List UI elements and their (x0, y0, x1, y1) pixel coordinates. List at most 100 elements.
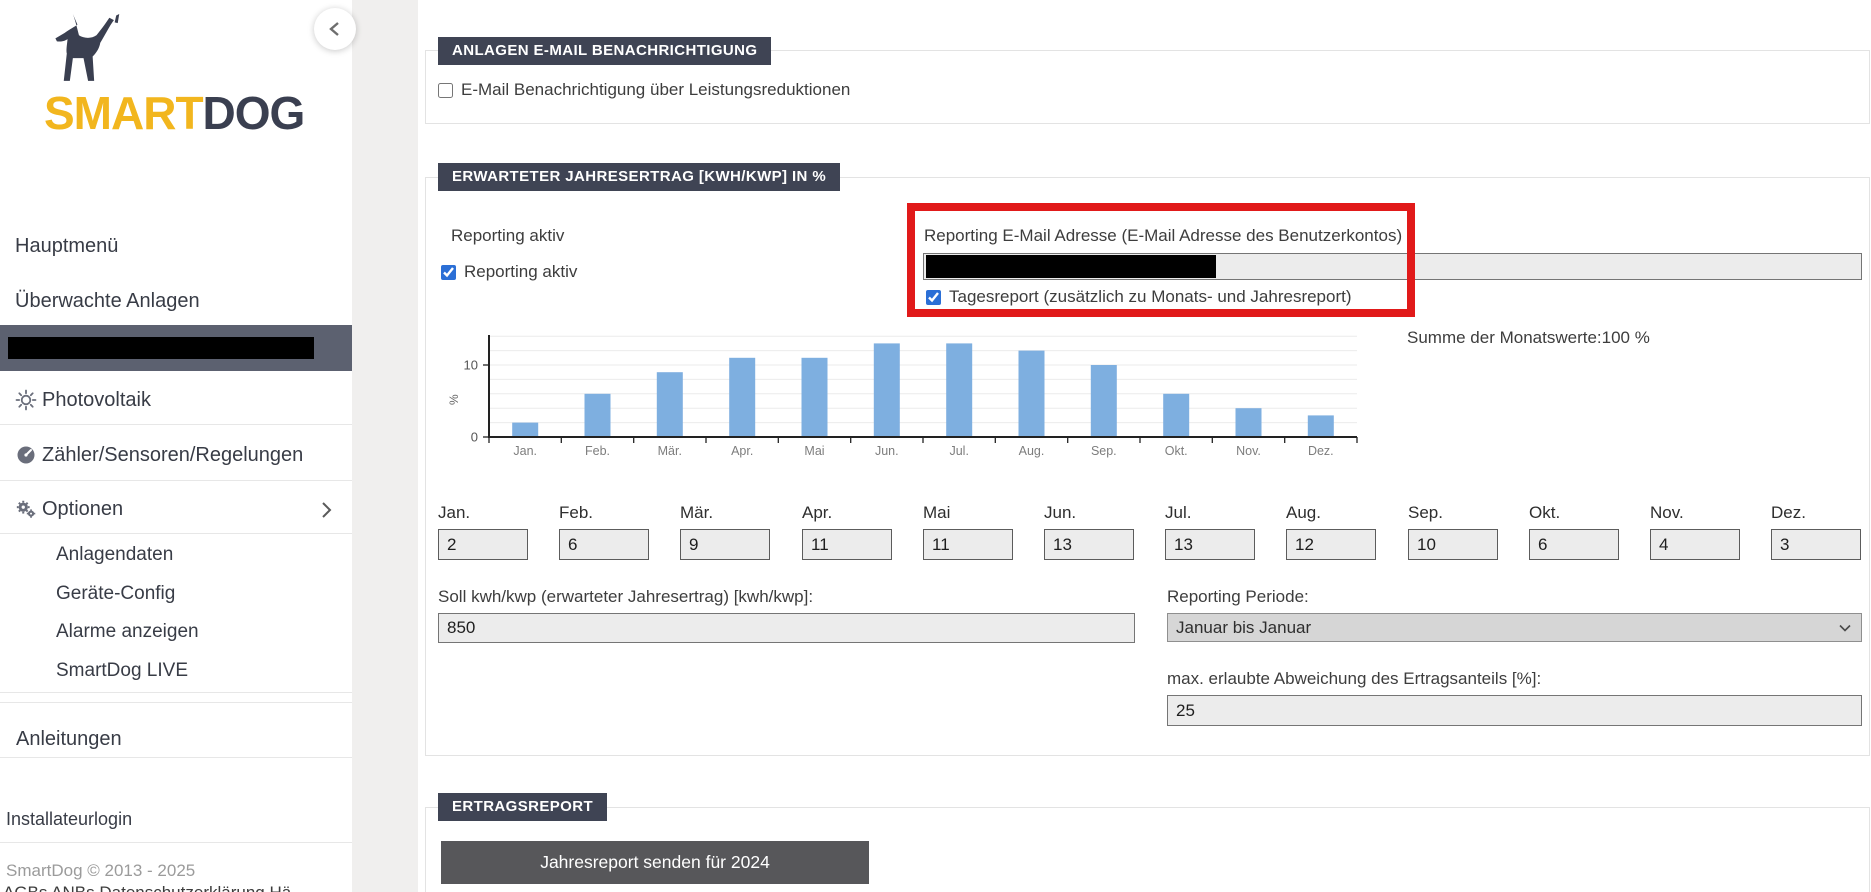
sidebar-subitem[interactable]: SmartDog LIVE (56, 660, 188, 682)
soll-kwh-input[interactable] (438, 613, 1135, 643)
sidebar: SMARTDOG Hauptmenü Überwachte Anlagen Ph… (0, 0, 352, 892)
svg-text:Jun.: Jun. (875, 444, 899, 458)
monthly-sum-text: Summe der Monatswerte:100 % (1407, 328, 1650, 348)
tagesreport-checkbox-row[interactable]: Tagesreport (zusätzlich zu Monats- und J… (926, 287, 1352, 307)
svg-text:Jan.: Jan. (513, 444, 537, 458)
month-label: Jul. (1165, 503, 1265, 523)
sidebar-subitem[interactable]: Alarme anzeigen (56, 621, 199, 643)
sidebar-item-photovoltaik[interactable]: Photovoltaik (0, 388, 352, 412)
month-value-input[interactable] (559, 529, 649, 560)
month-value-input[interactable] (1529, 529, 1619, 560)
svg-text:Jul.: Jul. (949, 444, 968, 458)
gears-icon (15, 498, 37, 520)
month-value-input[interactable] (1771, 529, 1861, 560)
sidebar-divider (0, 480, 352, 481)
sidebar-item-selected-plant[interactable] (0, 325, 352, 371)
sidebar-collapse-button[interactable] (314, 8, 356, 50)
email-section-title: ANLAGEN E-MAIL BENACHRICHTIGUNG (438, 37, 771, 65)
sidebar-divider (0, 757, 352, 758)
leistungsreduktion-checkbox[interactable] (438, 83, 453, 98)
tagesreport-label: Tagesreport (zusätzlich zu Monats- und J… (949, 287, 1352, 307)
month-col: Feb. (559, 503, 659, 523)
month-label: Jan. (438, 503, 538, 523)
month-col: Jun. (1044, 503, 1144, 523)
gauge-icon (15, 444, 37, 466)
email-redaction (926, 255, 1216, 278)
month-label: Okt. (1529, 503, 1629, 523)
tagesreport-checkbox[interactable] (926, 290, 941, 305)
month-label: Nov. (1650, 503, 1750, 523)
zaehler-label: Zähler/Sensoren/Regelungen (42, 444, 303, 467)
chevron-right-icon (320, 501, 332, 519)
reporting-aktiv-heading: Reporting aktiv (451, 226, 564, 246)
installateurlogin-label: Installateurlogin (6, 809, 132, 830)
sidebar-divider (0, 533, 352, 534)
sidebar-item-hauptmenu[interactable]: Hauptmenü (0, 234, 352, 258)
month-label: Sep. (1408, 503, 1508, 523)
soll-kwh-label: Soll kwh/kwp (erwarteter Jahresertrag) [… (438, 587, 813, 607)
sun-icon (15, 389, 37, 411)
sidebar-item-optionen[interactable]: Optionen (0, 497, 352, 521)
reporting-periode-label: Reporting Periode: (1167, 587, 1309, 607)
plant-name-redaction (8, 337, 314, 359)
month-value-input[interactable] (1650, 529, 1740, 560)
month-label: Mai (923, 503, 1023, 523)
yield-section-title: ERWARTETER JAHRESERTRAG [KWH/KWP] IN % (438, 163, 840, 191)
svg-text:Aug.: Aug. (1019, 444, 1045, 458)
svg-text:10: 10 (464, 358, 478, 373)
month-col: Nov. (1650, 503, 1750, 523)
abweichung-input[interactable] (1167, 695, 1862, 726)
logo-smart-text: SMART (44, 87, 203, 139)
sidebar-item-anleitungen[interactable]: Anleitungen (0, 727, 352, 751)
month-col: Dez. (1771, 503, 1871, 523)
anleitungen-label: Anleitungen (16, 728, 122, 751)
reporting-aktiv-checkbox[interactable] (441, 265, 456, 280)
ertragsreport-section-title: ERTRAGSREPORT (438, 793, 607, 821)
sidebar-item-zaehler-sensoren-regelungen[interactable]: Zähler/Sensoren/Regelungen (0, 443, 352, 467)
sidebar-item-installateurlogin[interactable]: Installateurlogin (0, 808, 352, 830)
svg-text:Mai: Mai (804, 444, 824, 458)
sidebar-subitem[interactable]: Anlagendaten (56, 544, 173, 566)
month-value-input[interactable] (1165, 529, 1255, 560)
svg-text:Feb.: Feb. (585, 444, 610, 458)
content-gutter (352, 0, 418, 892)
expected-yield-section: ERWARTETER JAHRESERTRAG [KWH/KWP] IN % R… (425, 177, 1870, 756)
smartdog-dog-icon (44, 14, 120, 90)
month-col: Mai (923, 503, 1023, 523)
leistungsreduktion-label: E-Mail Benachrichtigung über Leistungsre… (461, 80, 850, 100)
month-col: Mär. (680, 503, 780, 523)
app-root: SMARTDOG Hauptmenü Überwachte Anlagen Ph… (0, 0, 1871, 892)
month-value-input[interactable] (438, 529, 528, 560)
leistungsreduktion-checkbox-row[interactable]: E-Mail Benachrichtigung über Leistungsre… (438, 80, 850, 100)
month-value-input[interactable] (923, 529, 1013, 560)
ueberwachte-anlagen-label: Überwachte Anlagen (15, 290, 200, 313)
sidebar-divider (0, 692, 352, 693)
reporting-periode-select[interactable]: Januar bis Januar (1167, 613, 1862, 642)
month-col: Jan. (438, 503, 538, 523)
month-value-input[interactable] (680, 529, 770, 560)
month-col: Aug. (1286, 503, 1386, 523)
svg-text:Sep.: Sep. (1091, 444, 1117, 458)
chevron-left-icon (328, 21, 342, 37)
yield-chart: 010%Jan.Feb.Mär.Apr.MaiJun.Jul.Aug.Sep.O… (441, 333, 1361, 468)
month-col: Apr. (802, 503, 902, 523)
month-value-input[interactable] (1286, 529, 1376, 560)
svg-text:0: 0 (471, 430, 478, 445)
month-value-input[interactable] (1044, 529, 1134, 560)
svg-text:%: % (447, 394, 461, 405)
month-value-input[interactable] (802, 529, 892, 560)
reporting-aktiv-checkbox-row[interactable]: Reporting aktiv (441, 262, 577, 282)
sidebar-header-ueberwachte-anlagen: Überwachte Anlagen (0, 289, 352, 313)
month-value-input[interactable] (1408, 529, 1498, 560)
sidebar-subitem[interactable]: Geräte-Config (56, 583, 175, 605)
month-inputs-row: Jan. Feb. Mär. Apr. Mai Jun. Jul. Aug. Sep. Okt. N… (438, 503, 1863, 565)
jahresreport-send-button[interactable]: Jahresreport senden für 2024 (441, 841, 869, 884)
footer-links[interactable]: AGBs ANBs Datenschutzerklärung Hä (0, 882, 352, 892)
month-label: Mär. (680, 503, 780, 523)
reporting-email-label: Reporting E-Mail Adresse (E-Mail Adresse… (924, 226, 1402, 246)
ertragsreport-section: ERTRAGSREPORT Jahresreport senden für 20… (425, 807, 1870, 892)
abweichung-label: max. erlaubte Abweichung des Ertragsante… (1167, 669, 1541, 689)
svg-text:Okt.: Okt. (1165, 444, 1188, 458)
hauptmenu-label: Hauptmenü (15, 235, 118, 258)
sidebar-divider (0, 424, 352, 425)
